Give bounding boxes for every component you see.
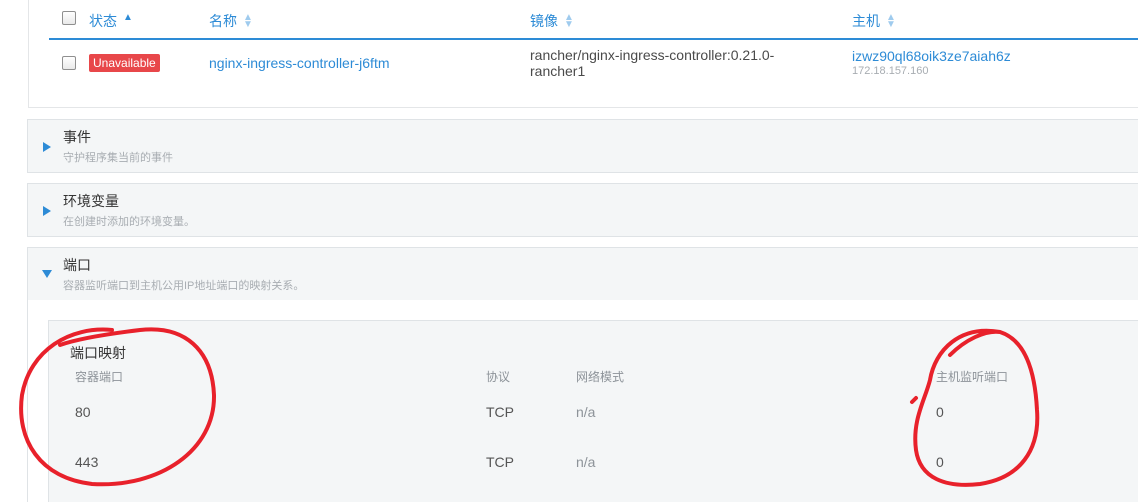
host-link[interactable]: izwz90ql68oik3ze7aiah6z [852,48,1011,64]
host-port: 0 [936,454,944,470]
status-badge: Unavailable [89,54,160,72]
network-mode: n/a [576,454,596,470]
select-all-checkbox[interactable] [62,11,76,25]
container-port: 80 [75,404,91,420]
host-ip: 172.18.157.160 [852,65,929,77]
port-mapping-title: 端口映射 [70,345,126,361]
sort-up-icon: ▲ [123,12,133,23]
section-title: 事件 [63,129,91,145]
table-header: 状态 ▲ 名称 ▲ ▼ 镜像 ▲ ▼ 主机 ▲ ▼ [49,0,1138,40]
section-title: 端口 [63,257,91,273]
sort-icon: ▲ ▼ [564,12,574,30]
port-mapping-panel: 端口映射 容器端口 协议 网络模式 主机监听端口 80 TCP n/a 0 44… [48,320,1138,502]
protocol: TCP [486,404,514,420]
section-description: 守护程序集当前的事件 [63,152,173,164]
column-header-name[interactable]: 名称 ▲ ▼ [209,11,253,31]
ports-section-body: 端口映射 容器端口 协议 网络模式 主机监听端口 80 TCP n/a 0 44… [27,300,1138,502]
row-checkbox[interactable] [62,56,76,70]
column-header-status[interactable]: 状态 ▲ [89,11,133,31]
pod-image: rancher/nginx-ingress-controller:0.21.0-… [530,47,775,79]
column-header-host[interactable]: 主机 ▲ ▼ [852,11,896,31]
column-header-image[interactable]: 镜像 ▲ ▼ [530,11,574,31]
section-title: 环境变量 [63,193,119,209]
pod-name-link[interactable]: nginx-ingress-controller-j6ftm [209,55,390,71]
collapse-arrow-icon [42,270,52,278]
events-section[interactable]: 事件 守护程序集当前的事件 [27,119,1138,173]
expand-arrow-icon [43,142,51,152]
env-section[interactable]: 环境变量 在创建时添加的环境变量。 [27,183,1138,237]
sort-icon: ▲ ▼ [243,12,253,30]
section-description: 在创建时添加的环境变量。 [63,216,195,228]
expand-arrow-icon [43,206,51,216]
section-description: 容器监听端口到主机公用IP地址端口的映射关系。 [63,280,305,292]
sort-icon: ▲ ▼ [886,12,896,30]
pods-table: 状态 ▲ 名称 ▲ ▼ 镜像 ▲ ▼ 主机 ▲ ▼ Unavailable nginx… [28,0,1138,108]
ports-section[interactable]: 端口 容器监听端口到主机公用IP地址端口的映射关系。 [27,247,1138,301]
host-port: 0 [936,404,944,420]
column-header-protocol: 协议 [486,370,511,384]
column-header-network-mode: 网络模式 [576,370,625,384]
protocol: TCP [486,454,514,470]
container-port: 443 [75,454,99,470]
network-mode: n/a [576,404,596,420]
column-header-host-port: 主机监听端口 [936,370,1009,384]
column-header-container-port: 容器端口 [75,370,124,384]
